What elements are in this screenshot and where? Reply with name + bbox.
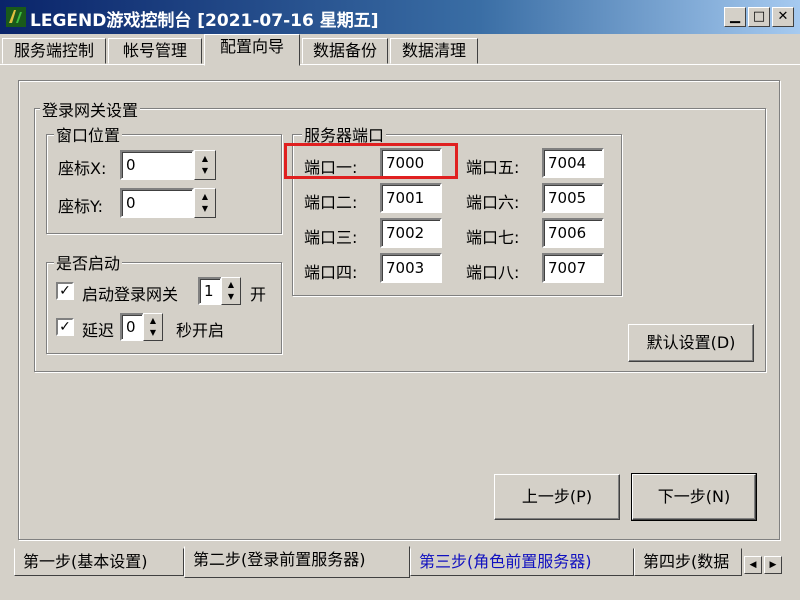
enable-group-title: 是否启动 xyxy=(54,250,123,274)
arrow-right-icon: ▶ xyxy=(769,560,777,570)
x-coordinate-label: 座标X: xyxy=(58,159,107,178)
window-position-group xyxy=(46,134,282,234)
tab-scroll-right-button[interactable]: ▶ xyxy=(764,556,782,574)
minimize-button[interactable]: ▁ xyxy=(724,7,746,27)
spin-down-icon[interactable]: ▼ xyxy=(195,165,215,179)
app-icon xyxy=(6,7,26,27)
port-2-label: 端口二: xyxy=(304,193,358,212)
port-8-input[interactable]: 7007 xyxy=(542,253,604,283)
port-4-input[interactable]: 7003 xyxy=(380,253,442,283)
start-gateway-label: 启动登录网关 xyxy=(82,285,179,304)
tab-step-3[interactable]: 第三步(角色前置服务器) xyxy=(410,548,634,576)
x-coordinate-spinner[interactable]: ▲ ▼ xyxy=(194,150,216,180)
checkmark-icon: ✓ xyxy=(59,319,71,335)
port-4-label: 端口四: xyxy=(304,263,358,282)
y-coordinate-input[interactable]: 0 xyxy=(120,188,194,218)
tab-step-1[interactable]: 第一步(基本设置) xyxy=(14,548,184,576)
port-3-input[interactable]: 7002 xyxy=(380,218,442,248)
tab-step-4[interactable]: 第四步(数据 xyxy=(634,548,742,576)
tab-strip-line xyxy=(0,64,800,66)
tab-step-2[interactable]: 第二步(登录前置服务器) xyxy=(184,546,410,578)
close-icon: ✕ xyxy=(777,9,789,24)
tab-data-backup[interactable]: 数据备份 xyxy=(302,38,388,64)
tab-scroll-left-button[interactable]: ◀ xyxy=(744,556,762,574)
port-7-label: 端口七: xyxy=(466,228,520,247)
tab-config-wizard[interactable]: 配置向导 xyxy=(204,34,300,66)
y-coordinate-label: 座标Y: xyxy=(58,197,104,216)
start-gateway-checkbox[interactable]: ✓ xyxy=(56,282,74,300)
delay-input[interactable]: 0 xyxy=(120,313,144,341)
port-3-label: 端口三: xyxy=(304,228,358,247)
delay-label: 延迟 xyxy=(82,321,115,340)
maximize-icon: □ xyxy=(752,9,766,24)
delay-suffix-label: 秒开启 xyxy=(176,321,225,340)
x-coordinate-input[interactable]: 0 xyxy=(120,150,194,180)
next-step-button[interactable]: 下一步(N) xyxy=(631,473,757,521)
login-gateway-title: 登录网关设置 xyxy=(40,97,141,121)
maximize-button[interactable]: □ xyxy=(748,7,770,27)
port-5-input[interactable]: 7004 xyxy=(542,148,604,178)
gateway-count-input[interactable]: 1 xyxy=(198,277,222,305)
arrow-left-icon: ◀ xyxy=(749,560,757,570)
tab-server-control[interactable]: 服务端控制 xyxy=(2,38,106,64)
prev-step-button[interactable]: 上一步(P) xyxy=(494,474,620,520)
delay-checkbox[interactable]: ✓ xyxy=(56,318,74,336)
checkmark-icon: ✓ xyxy=(59,283,71,299)
minimize-icon: ▁ xyxy=(730,9,740,24)
port-8-label: 端口八: xyxy=(466,263,520,282)
delay-spinner[interactable]: ▲ ▼ xyxy=(143,313,163,341)
window-position-title: 窗口位置 xyxy=(54,122,123,146)
port-7-input[interactable]: 7006 xyxy=(542,218,604,248)
tab-account-management[interactable]: 帐号管理 xyxy=(108,38,202,64)
tab-data-cleanup[interactable]: 数据清理 xyxy=(390,38,478,64)
port-6-input[interactable]: 7005 xyxy=(542,183,604,213)
port-5-label: 端口五: xyxy=(466,158,520,177)
y-coordinate-spinner[interactable]: ▲ ▼ xyxy=(194,188,216,218)
port-2-input[interactable]: 7001 xyxy=(380,183,442,213)
spin-down-icon[interactable]: ▼ xyxy=(222,291,240,304)
gateway-count-spinner[interactable]: ▲ ▼ xyxy=(221,277,241,305)
window-title: LEGEND游戏控制台 [2021-07-16 星期五] xyxy=(30,11,379,31)
spin-down-icon[interactable]: ▼ xyxy=(144,327,162,340)
close-button[interactable]: ✕ xyxy=(772,7,794,27)
default-settings-button[interactable]: 默认设置(D) xyxy=(628,324,754,362)
spin-down-icon[interactable]: ▼ xyxy=(195,203,215,217)
start-suffix-label: 开 xyxy=(250,285,267,304)
port-1-highlight xyxy=(284,143,458,179)
port-6-label: 端口六: xyxy=(466,193,520,212)
